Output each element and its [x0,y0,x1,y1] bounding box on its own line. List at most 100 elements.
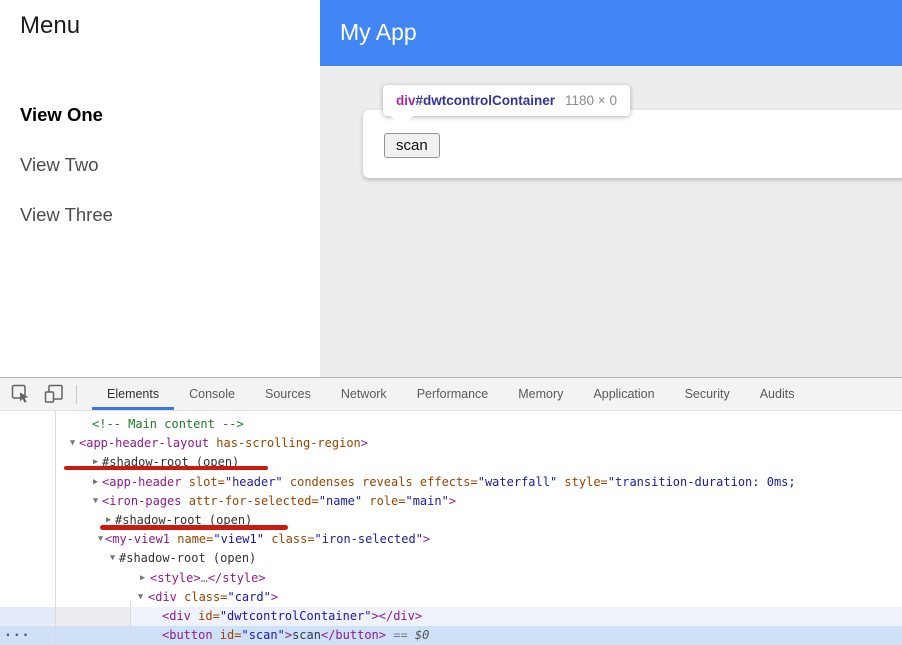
code-token-ellipsis: … [201,571,208,585]
code-token-attr: id= [213,628,242,642]
code-token-val: "iron-selected" [315,532,423,546]
collapsed-arrow-icon[interactable]: ▶ [140,569,145,588]
dom-row-div-dwtcontrolcontainer[interactable]: <div id="dwtcontrolContainer"></div> [0,607,902,626]
dom-row-code: <app-header-layout has-scrolling-region> [79,434,368,453]
devtools-toolbar-icons [0,384,64,404]
dom-row-shadow-root-app-header-layout[interactable]: ▶#shadow-root (open) [0,453,902,472]
code-token-tag: > [271,590,278,604]
code-token-text: scan [292,628,321,642]
dom-row-comment-main-content[interactable]: <!-- Main content --> [0,415,902,434]
scan-button[interactable]: scan [384,133,440,158]
devtools-tab-bar: Elements Console Sources Network Performance… [92,378,809,410]
tab-network[interactable]: Network [326,378,402,410]
tab-elements[interactable]: Elements [92,378,174,410]
dom-row-code: <div id="dwtcontrolContainer"></div> [162,607,422,626]
dom-row-app-header-tag[interactable]: ▶<app-header slot="header" condenses rev… [0,473,902,492]
dom-row-code: <div class="card"> [148,588,278,607]
code-token-tag: <div [148,590,177,604]
devtools-panel: Elements Console Sources Network Performance… [0,377,902,645]
inspect-element-icon[interactable] [11,384,31,404]
dom-row-iron-pages-open-tag[interactable]: ▼<iron-pages attr-for-selected="name" ro… [0,492,902,511]
code-token-tag: > [449,494,456,508]
tab-performance[interactable]: Performance [402,378,504,410]
code-token-tag: > [423,532,430,546]
drawer-nav-list: View OneView TwoView Three [20,104,113,254]
code-token-attr: attr-for-selected= [181,494,318,508]
code-token-val: "main" [405,494,448,508]
expanded-arrow-icon[interactable]: ▼ [138,588,143,607]
tab-label: Sources [265,387,311,401]
code-token-tag: <app-header [102,475,181,489]
tooltip-id-selector: #dwtcontrolContainer [416,93,556,108]
dom-row-code: <button id="scan">scan</button> == $0 [162,626,429,645]
tab-application[interactable]: Application [578,378,669,410]
toolbar-divider [76,385,77,404]
drawer-title: Menu [20,12,80,40]
tab-console[interactable]: Console [174,378,250,410]
node-menu-dots[interactable]: ... [4,623,30,642]
expanded-arrow-icon[interactable]: ▼ [93,492,98,511]
tab-label: Console [189,387,235,401]
sidebar-item-view-two[interactable]: View Two [20,154,113,204]
elements-dom-tree: <!-- Main content -->▼<app-header-layout… [0,411,902,645]
code-token-tag: <button [162,628,213,642]
code-token-val: "name" [319,494,362,508]
dom-row-shadow-root-iron-pages[interactable]: ▶#shadow-root (open) [0,511,902,530]
code-token-tag: </style> [208,571,266,585]
tooltip-arrow [391,116,413,127]
dom-row-my-view1-open-tag[interactable]: ▼<my-view1 name="view1" class="iron-sele… [0,530,902,549]
sidebar-item-view-three[interactable]: View Three [20,204,113,254]
red-annotation-underline [100,525,288,530]
tab-audits[interactable]: Audits [745,378,810,410]
code-token-tag: ></div> [372,609,423,623]
code-token-attr: has-scrolling-region [209,436,361,450]
dom-row-code: <my-view1 name="view1" class="iron-selec… [105,530,430,549]
app-main-content: My App scan div#dwtcontrolContainer 1180 … [320,0,902,377]
dom-row-code: <app-header slot="header" condenses reve… [102,473,796,492]
devtools-toolbar: Elements Console Sources Network Performance… [0,378,902,411]
tab-label: Elements [107,387,159,401]
dom-row-code: <iron-pages attr-for-selected="name" rol… [102,492,456,511]
code-token-attr: class= [177,590,228,604]
code-token-tag: </button> [321,628,386,642]
tab-security[interactable]: Security [670,378,745,410]
code-token-val: "dwtcontrolContainer" [220,609,372,623]
tab-label: Security [685,387,730,401]
tab-memory[interactable]: Memory [503,378,578,410]
app-title: My App [340,0,417,64]
dom-row-code: <style>…</style> [150,569,266,588]
expanded-arrow-icon[interactable]: ▼ [110,549,115,568]
code-token-comment: <!-- Main content --> [92,417,244,431]
collapsed-arrow-icon[interactable]: ▶ [93,473,98,492]
dom-row-code: <!-- Main content --> [92,415,244,434]
dom-row-shadow-root-my-view1[interactable]: ▼#shadow-root (open) [0,549,902,568]
code-token-val: "header" [225,475,283,489]
tab-label: Network [341,387,387,401]
dom-row-style-tag[interactable]: ▶ <style>…</style> [0,569,902,588]
code-token-val: "scan" [241,628,284,642]
tab-label: Performance [417,387,489,401]
code-token-tag: <div [162,609,191,623]
dom-rows: <!-- Main content -->▼<app-header-layout… [0,415,902,645]
code-token-attr: id= [191,609,220,623]
code-token-attr: slot= [181,475,224,489]
expanded-arrow-icon[interactable]: ▼ [98,530,103,549]
app-drawer: Menu View OneView TwoView Three [0,0,320,377]
code-token-tag: <style> [150,571,201,585]
code-token-attr: name= [170,532,213,546]
code-token-dollar: $0 [415,628,429,642]
dom-row-app-header-layout-open-tag[interactable]: ▼<app-header-layout has-scrolling-region… [0,434,902,453]
tab-label: Application [593,387,654,401]
tooltip-tag-name: div [396,93,416,108]
dom-row-button-scan[interactable]: ... <button id="scan">scan</button> == $0 [0,626,902,645]
tab-label: Memory [518,387,563,401]
expanded-arrow-icon[interactable]: ▼ [70,434,75,453]
tab-sources[interactable]: Sources [250,378,326,410]
dom-row-div-card-open-tag[interactable]: ▼ <div class="card"> [0,588,902,607]
device-toolbar-icon[interactable] [44,384,64,404]
code-token-tag: > [361,436,368,450]
code-token-attr: style= [557,475,608,489]
tooltip-dimensions: 1180 × 0 [565,93,617,108]
code-token-val: "waterfall" [478,475,557,489]
sidebar-item-view-one[interactable]: View One [20,104,113,154]
